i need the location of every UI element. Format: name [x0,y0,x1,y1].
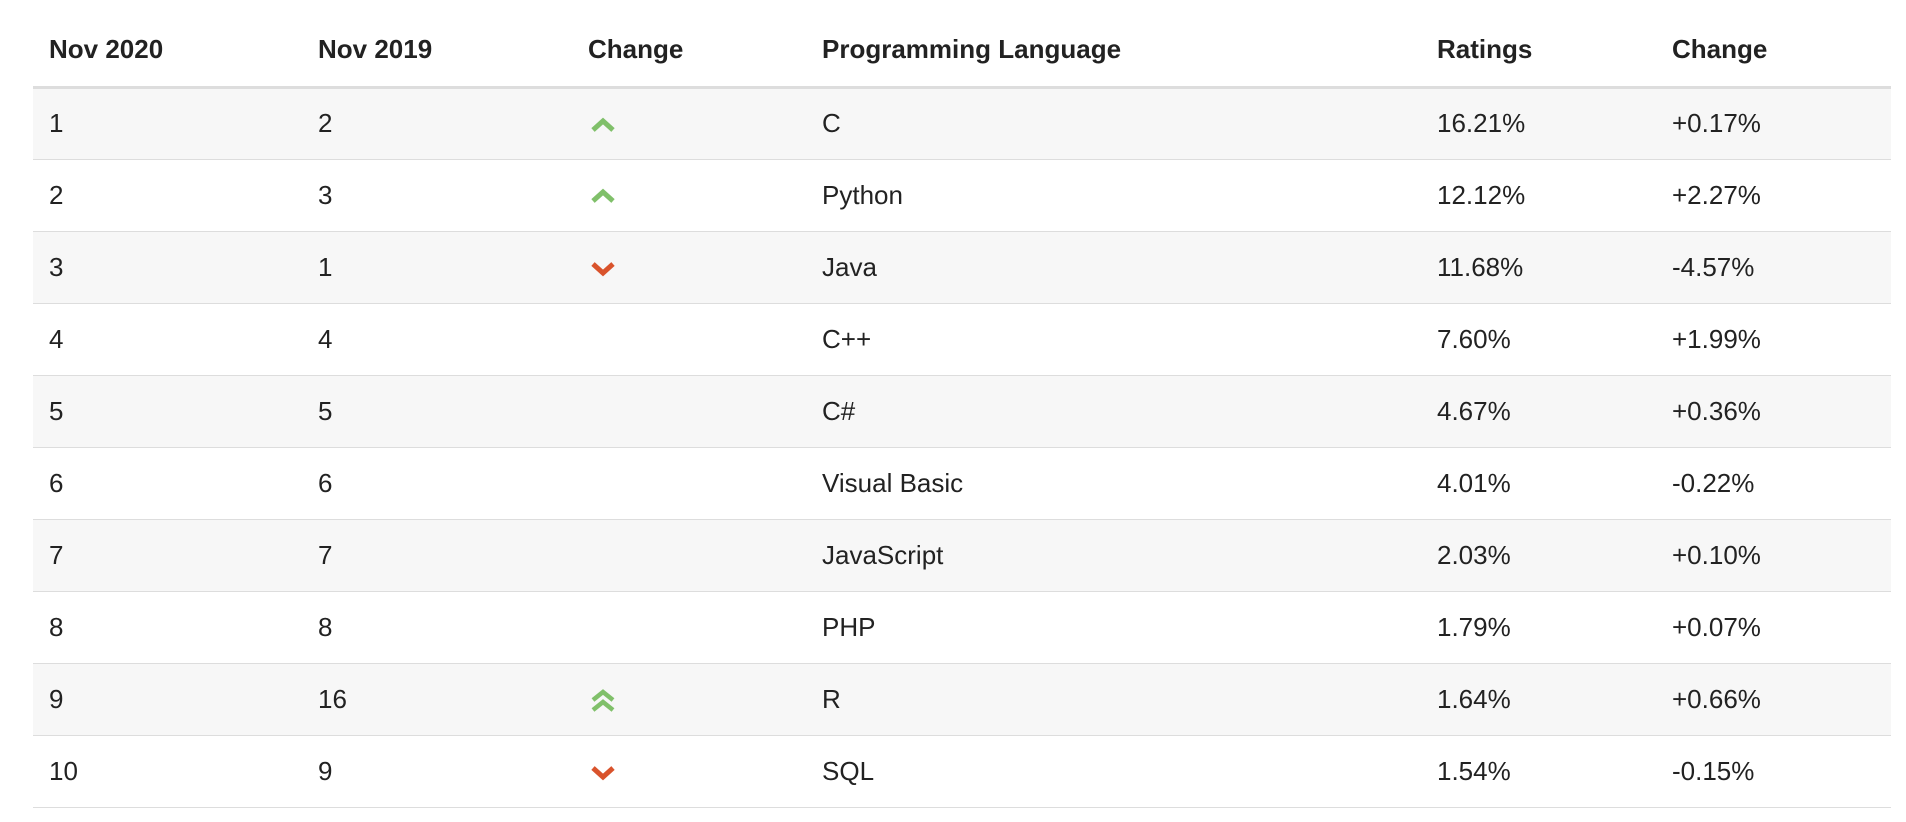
cell-rating-change: -0.15% [1656,735,1891,808]
cell-rank-2020: 4 [33,303,302,376]
header-programming-language[interactable]: Programming Language [806,14,1421,89]
cell-rank-2019: 3 [302,159,572,232]
cell-rating: 1.64% [1421,663,1656,736]
cell-rating: 7.60% [1421,303,1656,376]
cell-rating: 12.12% [1421,159,1656,232]
cell-rank-2020: 1 [33,87,302,160]
table-row: 2 3 Python 12.12% +2.27% [33,159,1891,232]
table-body: 1 2 C 16.21% +0.17% 2 3 Python 12.12% +2.27% 3 1 Jav… [33,87,1891,808]
cell-language: C [806,87,1421,160]
cell-language: PHP [806,591,1421,664]
language-ranking-table: Nov 2020 Nov 2019 Change Programming Lan… [33,14,1891,808]
cell-rank-2020: 7 [33,519,302,592]
table-row: 10 9 SQL 1.54% -0.15% [33,735,1891,808]
cell-rank-2019: 7 [302,519,572,592]
cell-trend [572,447,806,520]
cell-rank-2020: 5 [33,375,302,448]
cell-language: Visual Basic [806,447,1421,520]
cell-rank-2019: 1 [302,231,572,304]
cell-rating-change: +0.10% [1656,519,1891,592]
cell-rank-2020: 6 [33,447,302,520]
cell-rating: 2.03% [1421,519,1656,592]
cell-rating-change: +2.27% [1656,159,1891,232]
table-row: 4 4 C++ 7.60% +1.99% [33,303,1891,376]
cell-trend [572,303,806,376]
cell-rank-2019: 5 [302,375,572,448]
cell-rank-2020: 9 [33,663,302,736]
cell-trend [572,87,806,160]
cell-rank-2019: 6 [302,447,572,520]
cell-rank-2019: 9 [302,735,572,808]
trend-double-up-icon [588,685,618,715]
cell-language: C++ [806,303,1421,376]
cell-rank-2020: 8 [33,591,302,664]
table-row: 3 1 Java 11.68% -4.57% [33,231,1891,304]
cell-trend [572,375,806,448]
cell-trend [572,735,806,808]
cell-rating-change: +0.66% [1656,663,1891,736]
cell-language: Java [806,231,1421,304]
cell-rank-2019: 8 [302,591,572,664]
cell-rating-change: -4.57% [1656,231,1891,304]
cell-rating: 1.79% [1421,591,1656,664]
cell-rank-2019: 4 [302,303,572,376]
cell-trend [572,519,806,592]
cell-language: Python [806,159,1421,232]
table-row: 6 6 Visual Basic 4.01% -0.22% [33,447,1891,520]
cell-rank-2019: 2 [302,87,572,160]
table-row: 7 7 JavaScript 2.03% +0.10% [33,519,1891,592]
cell-rating: 4.67% [1421,375,1656,448]
cell-language: JavaScript [806,519,1421,592]
table-row: 9 16 R 1.64% +0.66% [33,663,1891,736]
cell-rating-change: +0.17% [1656,87,1891,160]
cell-language: R [806,663,1421,736]
header-row: Nov 2020 Nov 2019 Change Programming Lan… [33,14,1891,89]
cell-rating: 11.68% [1421,231,1656,304]
cell-rating-change: +0.36% [1656,375,1891,448]
header-rank-change[interactable]: Change [572,14,806,89]
header-rating-change[interactable]: Change [1656,14,1891,89]
trend-up-icon [588,110,618,140]
trend-up-icon [588,181,618,211]
cell-trend [572,591,806,664]
cell-rating: 16.21% [1421,87,1656,160]
table-row: 8 8 PHP 1.79% +0.07% [33,591,1891,664]
cell-rank-2020: 10 [33,735,302,808]
cell-rank-2019: 16 [302,663,572,736]
trend-down-icon [588,253,618,283]
cell-rating: 4.01% [1421,447,1656,520]
table-header: Nov 2020 Nov 2019 Change Programming Lan… [33,14,1891,89]
header-ratings[interactable]: Ratings [1421,14,1656,89]
trend-down-icon [588,757,618,787]
cell-rating-change: +1.99% [1656,303,1891,376]
table-row: 1 2 C 16.21% +0.17% [33,87,1891,160]
cell-trend [572,159,806,232]
cell-rank-2020: 2 [33,159,302,232]
cell-language: SQL [806,735,1421,808]
cell-language: C# [806,375,1421,448]
cell-trend [572,231,806,304]
cell-rank-2020: 3 [33,231,302,304]
table-row: 5 5 C# 4.67% +0.36% [33,375,1891,448]
cell-rating-change: -0.22% [1656,447,1891,520]
cell-rating: 1.54% [1421,735,1656,808]
page: Nov 2020 Nov 2019 Change Programming Lan… [0,0,1906,822]
cell-trend [572,663,806,736]
header-nov-2019[interactable]: Nov 2019 [302,14,572,89]
cell-rating-change: +0.07% [1656,591,1891,664]
header-nov-2020[interactable]: Nov 2020 [33,14,302,89]
